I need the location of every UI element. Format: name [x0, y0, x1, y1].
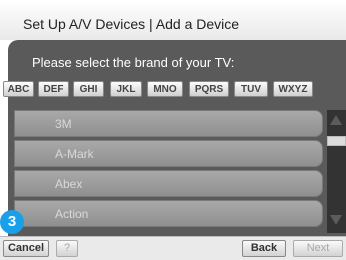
cancel-button[interactable]: Cancel	[3, 240, 49, 257]
tab-mno[interactable]: MNO	[147, 81, 183, 97]
brand-label: Abex	[55, 177, 83, 191]
tab-abc[interactable]: ABC	[3, 81, 34, 97]
brand-label: 3M	[55, 117, 72, 131]
tab-wxyz[interactable]: WXYZ	[273, 81, 313, 97]
list-item[interactable]: Abex	[14, 170, 323, 197]
list-item[interactable]: Action	[14, 200, 323, 227]
scroll-thumb[interactable]	[327, 136, 346, 146]
tab-def[interactable]: DEF	[38, 81, 69, 97]
back-button[interactable]: Back	[242, 240, 286, 257]
list-item[interactable]: A-Mark	[14, 140, 323, 167]
brand-prompt: Please select the brand of your TV:	[32, 55, 235, 70]
title-bar: Set Up A/V Devices | Add a Device	[0, 0, 346, 40]
brand-label: Action	[55, 207, 89, 221]
tab-tuv[interactable]: TUV	[234, 81, 268, 97]
list-item[interactable]: 3M	[14, 110, 323, 137]
scroll-down-icon[interactable]	[330, 215, 342, 225]
next-button[interactable]: Next	[293, 240, 343, 257]
help-button[interactable]: ?	[56, 240, 78, 257]
alphabet-tabs: ABC DEF GHI JKL MNO PQRS TUV WXYZ	[0, 77, 346, 100]
brand-label: A-Mark	[55, 147, 94, 161]
bottom-bar: Cancel ? Back Next	[0, 236, 346, 260]
tab-jkl[interactable]: JKL	[110, 81, 142, 97]
tab-pqrs[interactable]: PQRS	[189, 81, 229, 97]
step-badge: 3	[0, 210, 24, 234]
scroll-up-icon[interactable]	[330, 115, 342, 125]
brand-list: 3M A-Mark Abex Action	[14, 108, 325, 233]
window-title: Set Up A/V Devices | Add a Device	[23, 16, 240, 32]
tab-ghi[interactable]: GHI	[73, 81, 104, 97]
list-scrollbar[interactable]	[327, 110, 346, 233]
